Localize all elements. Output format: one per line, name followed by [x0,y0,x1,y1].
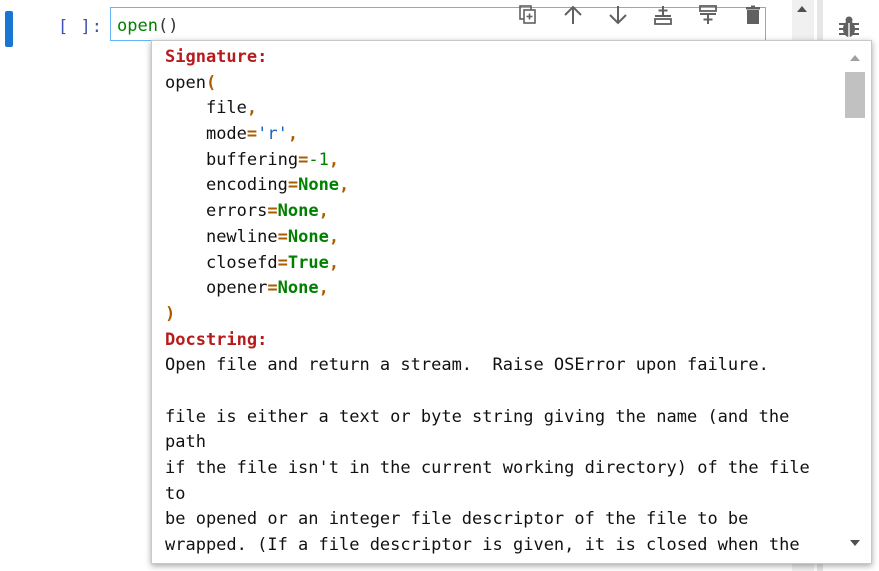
param-value: True [287,252,329,273]
scroll-up-icon[interactable] [850,55,860,61]
param-value: None [287,226,329,247]
param-name: mode [205,124,247,145]
param-line: closefd=True, [205,252,340,273]
move-down-button[interactable] [595,3,640,27]
signature-rparen: ) [165,303,176,324]
tooltip-scrollbar[interactable] [841,42,869,562]
tooltip-content: Signature: open( file, mode='r', bufferi… [165,45,843,559]
doc-line [165,379,843,405]
param-name: closefd [205,252,278,273]
move-up-button[interactable] [550,3,595,27]
param-value: -1 [308,149,329,170]
move-up-icon [563,5,582,24]
param-value: None [277,278,319,299]
code-parens: () [157,16,179,36]
signature-open-line: open( [165,71,843,97]
param-line: file, [205,98,258,119]
param-name: newline [205,226,278,247]
copy-cell-icon [518,5,536,24]
delete-cell-button[interactable] [730,3,775,27]
param-line: encoding=None, [205,175,350,196]
cell-prompt: [ ]: [58,17,103,37]
doc-line: to [165,483,186,504]
param-value: None [277,201,319,222]
param-name: errors [205,201,268,222]
docstring-heading: Docstring: [165,329,268,350]
param-name: opener [205,278,268,299]
param-name: buffering [205,149,299,170]
active-cell-indicator [5,11,13,47]
param-value: None [298,175,340,196]
scroll-down-icon[interactable] [850,540,860,546]
insert-above-icon [653,6,672,25]
inspector-tooltip: Signature: open( file, mode='r', bufferi… [151,40,872,564]
doc-line: file is either a text or byte string giv… [165,406,790,427]
param-line: errors=None, [205,201,329,222]
doc-line: if the file isn't in the current working… [165,458,810,478]
insert-below-icon [698,5,717,24]
param-value: 'r' [257,124,288,145]
doc-line: wrapped. (If a file descriptor is given,… [165,535,800,556]
param-name: encoding [205,175,288,196]
param-line: opener=None, [205,278,329,299]
doc-line: path [165,432,206,453]
notebook-scroll-up-icon[interactable] [797,6,807,12]
param-name: file [205,98,247,119]
param-line: newline=None, [205,226,340,247]
signature-lparen: ( [205,72,217,93]
delete-icon [745,5,760,24]
signature-function: open [165,72,206,93]
move-down-icon [608,6,627,25]
doc-line: be opened or an integer file descriptor … [165,509,749,530]
signature-heading: Signature: [165,47,268,67]
doc-line: Open file and return a stream. Raise OSE… [165,355,769,376]
code-function: open [117,16,158,36]
cell-toolbar [505,3,775,27]
scroll-thumb[interactable] [845,72,865,118]
code-text: open() [117,16,178,36]
param-line: buffering=-1, [205,149,340,170]
bug-icon[interactable] [836,14,862,40]
param-line: mode='r', [205,124,299,145]
insert-above-button[interactable] [640,3,685,27]
copy-cell-button[interactable] [505,3,550,27]
insert-below-button[interactable] [685,3,730,27]
